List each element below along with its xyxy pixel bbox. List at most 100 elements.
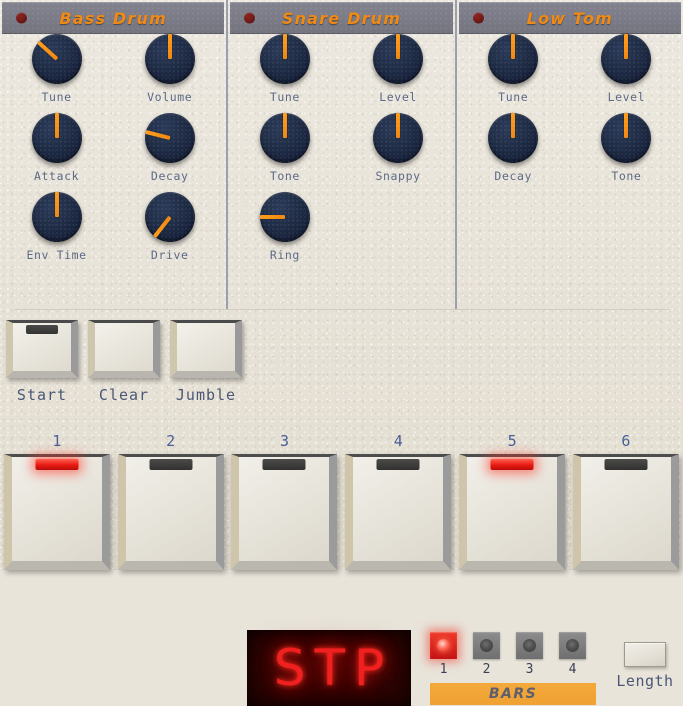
voice-panel-snare-drum: Snare Drum Tune Level Tone Snappy Ring	[226, 0, 454, 310]
led-dot-icon	[566, 639, 579, 652]
step-pad-5[interactable]	[459, 454, 566, 570]
record-led-icon[interactable]	[472, 12, 484, 24]
knob-pointer	[624, 34, 629, 59]
knob-row: Attack Decay	[0, 113, 226, 192]
clear-button[interactable]	[88, 320, 160, 378]
step-pad-4[interactable]	[345, 454, 452, 570]
knob-label: Env Time	[26, 248, 87, 262]
knob-ring[interactable]: Ring	[228, 192, 341, 271]
knob-volume[interactable]: Volume	[113, 34, 226, 113]
bar-number: 4	[568, 662, 577, 677]
knob-row: Tone Snappy	[228, 113, 454, 192]
step-number: 5	[507, 432, 517, 450]
knob-dial[interactable]	[259, 192, 310, 242]
knob-label: Volume	[147, 90, 193, 104]
knob-dial[interactable]	[31, 113, 82, 163]
knob-tune[interactable]: Tune	[228, 34, 341, 113]
bar-led-2[interactable]	[473, 632, 500, 659]
knob-tone[interactable]: Tone	[570, 113, 683, 192]
step-pad-1[interactable]	[3, 454, 110, 570]
knob-drive[interactable]: Drive	[113, 192, 226, 271]
step-pad-3[interactable]	[231, 454, 338, 570]
knob-dial[interactable]	[373, 34, 424, 84]
clear-button-label: Clear	[98, 386, 150, 404]
bars-label-bar: BARS	[430, 683, 596, 705]
step-pad-2[interactable]	[117, 454, 224, 570]
bar-led-3[interactable]	[516, 632, 543, 659]
knob-dial[interactable]	[601, 34, 652, 84]
voice-title: Bass Drum	[59, 8, 167, 28]
step-cell: 3	[228, 432, 342, 570]
knob-dial[interactable]	[259, 34, 310, 84]
step-number: 1	[52, 432, 62, 450]
knob-dial[interactable]	[601, 113, 652, 163]
knob-label: Level	[379, 90, 417, 104]
knob-level[interactable]: Level	[341, 34, 454, 113]
voice-panel-low-tom: Low Tom Tune Level Decay Tone	[454, 0, 683, 310]
knob-row: Decay Tone	[457, 113, 683, 192]
voice-header-bass-drum: Bass Drum	[2, 2, 225, 34]
step-pad-6[interactable]	[572, 454, 679, 570]
step-cell: 5	[455, 432, 569, 570]
knob-decay[interactable]: Decay	[457, 113, 570, 192]
knob-dial[interactable]	[31, 192, 82, 242]
length-button[interactable]	[624, 642, 666, 667]
bar-led-1[interactable]	[430, 632, 457, 659]
knob-attack[interactable]: Attack	[0, 113, 113, 192]
bar-number: 2	[482, 662, 491, 677]
step-led-icon	[262, 459, 306, 470]
step-number: 4	[393, 432, 403, 450]
step-cell: 4	[341, 432, 455, 570]
length-control: Length	[614, 642, 676, 690]
knob-row: Tune Level	[228, 34, 454, 113]
knob-pointer	[282, 34, 287, 59]
step-led-icon	[604, 459, 648, 470]
knob-dial[interactable]	[259, 113, 310, 163]
start-button[interactable]	[6, 320, 78, 378]
step-cell: 6	[569, 432, 683, 570]
knob-decay[interactable]: Decay	[113, 113, 226, 192]
knob-label: Drive	[150, 248, 189, 262]
knob-dial[interactable]	[144, 113, 195, 163]
knob-pointer	[511, 113, 516, 138]
knob-tone[interactable]: Tone	[228, 113, 341, 192]
knob-dial[interactable]	[488, 34, 539, 84]
knob-row: Ring	[228, 192, 454, 271]
step-number: 2	[166, 432, 176, 450]
knob-label: Attack	[34, 169, 80, 183]
knob-tune[interactable]: Tune	[0, 34, 113, 113]
record-led-icon[interactable]	[16, 12, 27, 24]
knob-env-time[interactable]: Env Time	[0, 192, 113, 271]
knob-dial[interactable]	[144, 34, 195, 84]
knob-label: Ring	[269, 248, 300, 262]
status-display-value: STP	[273, 639, 394, 697]
knob-row	[457, 192, 683, 271]
record-led-icon[interactable]	[244, 12, 256, 24]
knob-label: Decay	[494, 169, 533, 183]
bar-number-row: 1 2 3 4	[430, 662, 600, 677]
step-sequencer: 1 2 3 4 5 6	[0, 432, 683, 570]
knob-snappy[interactable]: Snappy	[341, 113, 454, 192]
knob-dial[interactable]	[144, 192, 195, 242]
knob-pointer	[396, 113, 401, 138]
knob-pointer	[624, 113, 629, 138]
step-number: 3	[279, 432, 289, 450]
status-display: STP	[247, 630, 411, 706]
knob-tune[interactable]: Tune	[457, 34, 570, 113]
jumble-button-label: Jumble	[175, 386, 237, 404]
bar-led-4[interactable]	[559, 632, 586, 659]
step-led-icon	[376, 459, 420, 470]
knob-dial[interactable]	[31, 34, 82, 84]
knob-level[interactable]: Level	[570, 34, 683, 113]
voice-panels: Bass Drum Tune Volume Attack Decay Env T…	[0, 0, 683, 310]
bars-selector: 1 2 3 4 BARS	[430, 632, 600, 705]
jumble-button[interactable]	[170, 320, 242, 378]
knob-label: Decay	[150, 169, 189, 183]
voice-title: Snare Drum	[281, 8, 402, 28]
knob-dial[interactable]	[373, 113, 424, 163]
knob-dial[interactable]	[488, 113, 539, 163]
knob-row: Env Time Drive	[0, 192, 226, 271]
knob-grid-bass-drum: Tune Volume Attack Decay Env Time Drive	[0, 34, 226, 271]
step-led-icon	[149, 459, 193, 470]
step-cell: 2	[114, 432, 228, 570]
